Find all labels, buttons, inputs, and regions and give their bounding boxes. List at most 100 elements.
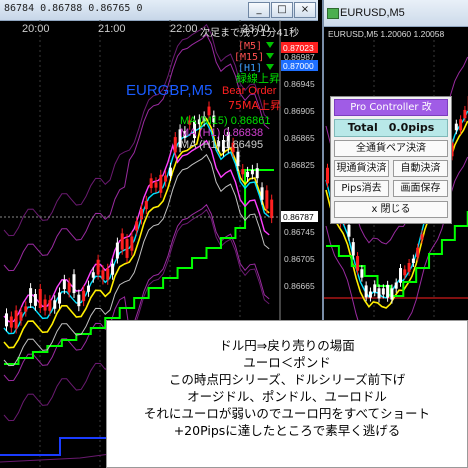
close-all-pairs-button[interactable]: 全通貨ペア決済 <box>334 140 448 157</box>
candle-body <box>120 233 124 250</box>
window-titlebar[interactable]: 86784 0.86788 0.86765 0 _ □ × <box>0 0 318 21</box>
note-line: この時点円シリーズ、ドルシリーズ前下げ <box>168 372 406 387</box>
candle-body <box>360 269 364 278</box>
price-axis-label: 0.86825 <box>284 160 315 170</box>
price-axis-label: 0.86905 <box>284 106 315 116</box>
arrow-down-icon <box>266 42 274 48</box>
candle-body <box>270 199 274 219</box>
candle-body <box>29 288 33 303</box>
time-label: 22:00 <box>170 23 198 35</box>
close-panel-button[interactable]: x 閉じる <box>334 201 448 218</box>
candle-body <box>207 106 211 116</box>
price-axis-label: 0.86945 <box>284 79 315 89</box>
candle-body <box>58 292 62 304</box>
window-titlebar[interactable]: EURUSD,M5 <box>324 0 468 27</box>
candle-body <box>241 169 245 175</box>
note-line: それにユーロが弱いのでユーロ円をすべてショート <box>143 406 431 421</box>
chart-subtitle: EURUSD,M5 1.20060 1.20058 <box>328 29 445 39</box>
candle-body <box>14 310 18 329</box>
signal-green-rise: 緑線上昇 <box>236 71 280 85</box>
note-line: オージドル、ポンドル、ユーロドル <box>187 389 387 404</box>
candle-body <box>250 169 254 175</box>
candle-body <box>154 182 158 188</box>
candle-body <box>5 313 8 327</box>
candle-body <box>111 263 115 275</box>
candle-body <box>48 300 52 311</box>
candle-body <box>9 316 13 328</box>
candle-body <box>67 282 71 293</box>
candle-body <box>62 279 66 290</box>
candle-body <box>246 171 250 177</box>
candle-body <box>407 262 411 272</box>
time-label: 21:00 <box>98 23 126 35</box>
mtf-label-m15: [M15] <box>234 52 264 63</box>
clear-pips-button[interactable]: Pips消去 <box>334 180 389 197</box>
candle-body <box>394 282 398 289</box>
save-screen-button[interactable]: 画面保存 <box>393 180 448 197</box>
candle-body <box>386 284 390 298</box>
minimize-button[interactable]: _ <box>248 2 270 18</box>
candle-body <box>77 294 81 307</box>
candle-body <box>19 312 23 321</box>
total-pips-display: Total 0.0pips <box>334 119 448 137</box>
candle-body <box>416 247 420 258</box>
candle-body <box>115 242 119 259</box>
candle-body <box>260 187 264 200</box>
candle-body <box>377 288 381 299</box>
candle-body <box>125 239 129 258</box>
arrow-down-icon <box>266 53 274 59</box>
candle-body <box>265 190 269 209</box>
candle-body <box>24 306 28 312</box>
candle-body <box>454 123 458 131</box>
ma-readout-h1-long: MA (H1) 0.86495 <box>180 139 263 151</box>
price-tag-blue-text: 0.87000 <box>283 61 314 71</box>
mtf-label-m5: [M5] <box>238 41 262 52</box>
window-title: EURUSD,M5 <box>340 7 405 19</box>
candle-body <box>96 259 100 275</box>
candle-body <box>351 242 355 256</box>
candle-body <box>82 290 86 302</box>
candle-body <box>420 234 424 240</box>
signal-bear-order: Bear Order <box>222 85 277 97</box>
restore-button[interactable]: □ <box>271 2 293 18</box>
candle-body <box>403 269 407 276</box>
ma-readout-m15: MA (M15) 0.86861 <box>180 115 271 127</box>
candle-body <box>140 209 143 220</box>
candle-body <box>411 258 415 263</box>
candle-body <box>164 175 168 182</box>
candle-body <box>399 268 402 283</box>
candle-body <box>236 151 240 166</box>
candle-body <box>373 284 377 293</box>
chart-icon <box>327 8 339 19</box>
candle-body <box>368 291 372 298</box>
ma-readout-h1: MA (H1) 0.86838 <box>180 127 263 139</box>
pro-controller-panel: Pro Controller 改 Total 0.0pips 全通貨ペア決済 現… <box>330 96 452 224</box>
candle-body <box>130 236 134 251</box>
close-current-pair-button[interactable]: 現通貨決済 <box>334 160 389 177</box>
candle-body <box>356 256 360 271</box>
candle-body <box>43 299 47 311</box>
price-axis-label: 0.86745 <box>284 227 315 237</box>
candle-body <box>159 174 163 193</box>
window-title: 86784 0.86788 0.86765 0 <box>4 3 143 14</box>
panel-title: Pro Controller 改 <box>334 99 448 116</box>
close-button[interactable]: × <box>294 2 316 18</box>
price-tag-current-text: 0.86787 <box>283 212 314 222</box>
candle-body <box>144 200 148 210</box>
candle-body <box>38 288 42 308</box>
candle-body <box>463 109 467 119</box>
auto-close-button[interactable]: 自動決済 <box>393 160 448 177</box>
candle-body <box>106 268 110 280</box>
annotation-note: ドル円⇒戻り売りの場面 ユーロ＜ポンド この時点円シリーズ、ドルシリーズ前下げ … <box>106 320 468 468</box>
candle-body <box>53 300 57 309</box>
candle-body <box>459 119 463 131</box>
candle-body <box>364 285 368 298</box>
signal-75ma-rise: 75MA上昇 <box>228 99 281 112</box>
note-line: ユーロ＜ポンド <box>243 355 331 370</box>
candle-body <box>255 168 259 179</box>
candle-body <box>135 221 139 231</box>
candle-body <box>173 137 177 153</box>
symbol-label: EURGBP,M5 <box>126 82 212 99</box>
candle-body <box>72 274 76 294</box>
candle-body <box>33 294 37 306</box>
